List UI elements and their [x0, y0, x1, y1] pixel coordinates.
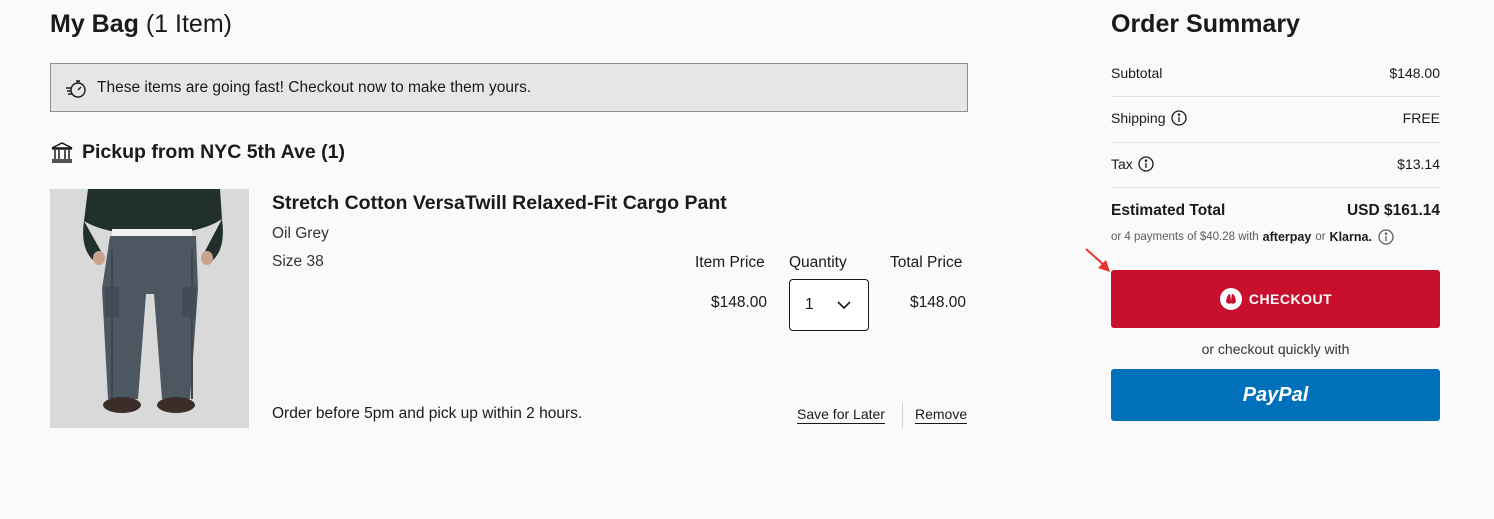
paypal-label: PayPal	[1242, 383, 1309, 406]
tax-label: Tax	[1111, 156, 1133, 172]
estimated-total-value: USD $161.14	[1346, 202, 1440, 219]
subtotal-row: Subtotal $148.00	[1111, 65, 1440, 81]
shipping-row: Shipping FREE	[1111, 110, 1440, 126]
product-color: Oil Grey	[272, 225, 329, 242]
annotation-arrow-icon	[1085, 248, 1110, 272]
bag-title-text: My Bag	[50, 10, 139, 38]
total-price-value: $148.00	[910, 294, 967, 311]
subtotal-value: $148.00	[1389, 65, 1440, 81]
pickup-heading-text: Pickup from NYC 5th Ave (1)	[82, 140, 345, 163]
urgency-text: These items are going fast! Checkout now…	[97, 78, 532, 96]
product-size: Size 38	[272, 253, 324, 270]
checkout-button[interactable]: CHECKOUT	[1111, 270, 1440, 328]
summary-divider	[1111, 187, 1440, 188]
total-price-label: Total Price	[890, 254, 963, 271]
shipping-value: FREE	[1402, 110, 1440, 126]
pickup-note: Order before 5pm and pick up within 2 ho…	[272, 405, 583, 422]
save-for-later-link[interactable]: Save for Later	[797, 406, 885, 424]
store-icon	[50, 140, 74, 164]
quick-checkout-text: or checkout quickly with	[1201, 341, 1350, 357]
estimated-total-row: Estimated Total USD $161.14	[1111, 202, 1440, 220]
item-price-label: Item Price	[695, 254, 765, 271]
info-icon[interactable]	[1170, 110, 1187, 126]
afterpay-logo: afterpay	[1262, 230, 1312, 244]
lululemon-logo-icon	[1219, 288, 1242, 310]
urgency-banner: These items are going fast! Checkout now…	[50, 63, 968, 112]
shipping-label: Shipping	[1111, 110, 1166, 126]
pickup-heading: Pickup from NYC 5th Ave (1)	[50, 140, 345, 164]
item-price-value: $148.00	[711, 294, 768, 311]
summary-divider	[1111, 142, 1440, 143]
page-title: My Bag (1 Item)	[50, 10, 232, 39]
info-icon[interactable]	[1378, 229, 1394, 245]
installments-prefix: or 4 payments of $40.28 with	[1111, 231, 1259, 243]
klarna-logo: Klarna.	[1329, 230, 1372, 244]
installments-or: or	[1315, 231, 1326, 243]
chevron-down-icon	[836, 297, 852, 313]
info-icon[interactable]	[1138, 156, 1154, 172]
order-summary-title: Order Summary	[1111, 10, 1300, 38]
tax-row: Tax $13.14	[1111, 156, 1440, 172]
tax-value: $13.14	[1397, 156, 1440, 172]
estimated-total-label: Estimated Total	[1111, 202, 1226, 219]
checkout-label: CHECKOUT	[1248, 291, 1333, 307]
bag-item-count: (1 Item)	[145, 10, 232, 38]
remove-link[interactable]: Remove	[915, 406, 968, 424]
product-image[interactable]	[50, 189, 249, 428]
quantity-select[interactable]: 1	[789, 279, 869, 331]
summary-divider	[1111, 96, 1440, 97]
quantity-label: Quantity	[789, 254, 847, 271]
product-name-link[interactable]: Stretch Cotton VersaTwill Relaxed-Fit Ca…	[272, 192, 727, 215]
stopwatch-icon	[63, 75, 89, 101]
action-divider	[902, 403, 903, 428]
subtotal-label: Subtotal	[1111, 65, 1163, 81]
quantity-value: 1	[805, 296, 814, 313]
paypal-button[interactable]: PayPal	[1111, 369, 1440, 421]
installments-note: or 4 payments of $40.28 with afterpay or…	[1111, 229, 1394, 245]
